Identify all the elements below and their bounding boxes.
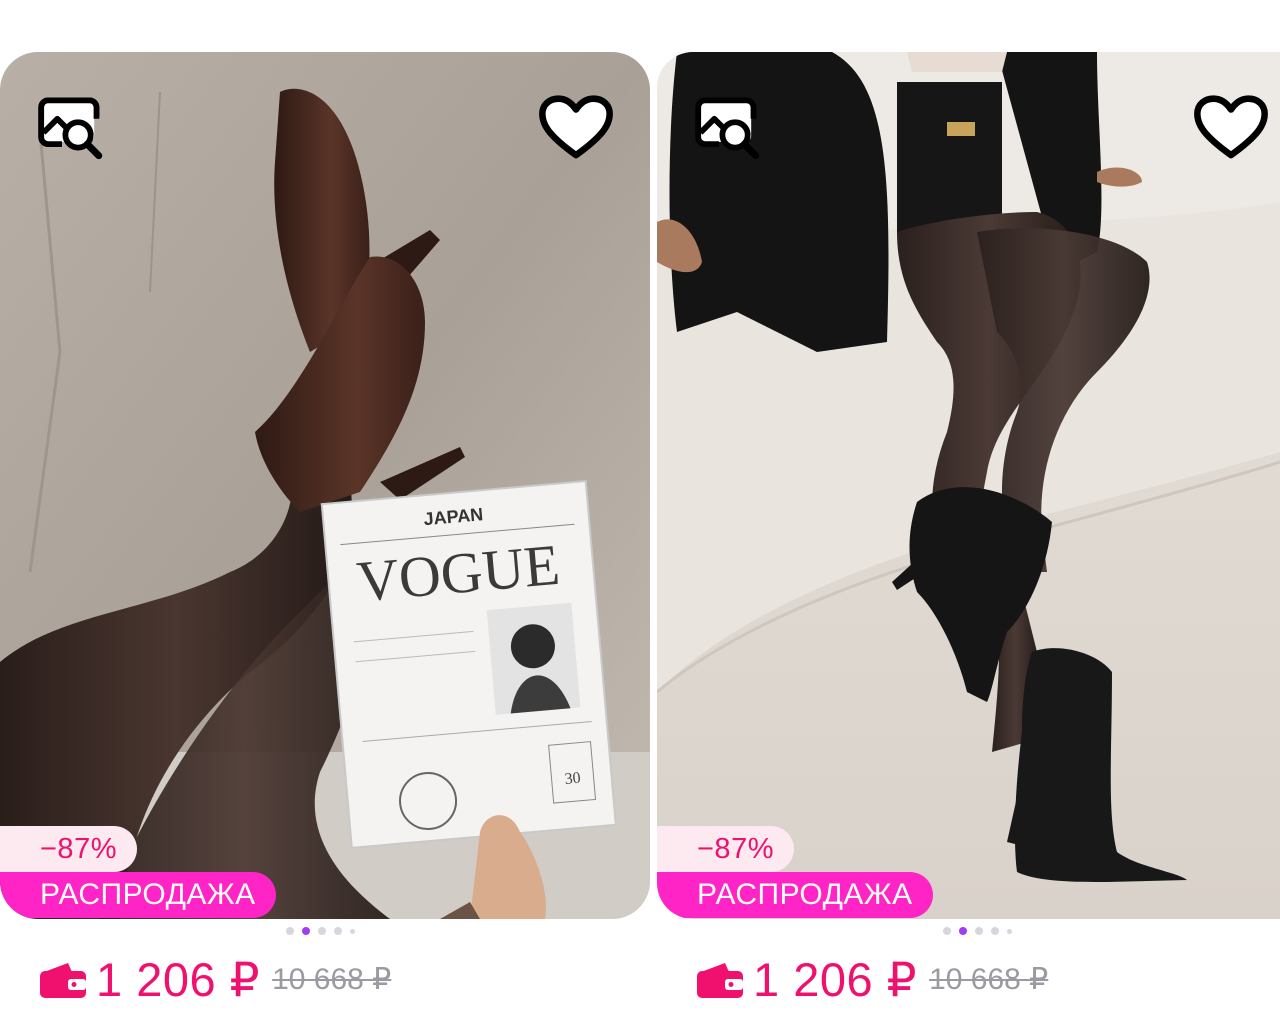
product-image[interactable]: JAPAN VOGUE 30 −87% РАСПРОДАЖА	[0, 52, 650, 919]
heart-icon	[1194, 95, 1268, 159]
carousel-dot	[286, 927, 294, 935]
carousel-dot-active	[959, 927, 967, 935]
favorite-button[interactable]	[538, 90, 614, 166]
wallet-icon	[40, 963, 86, 998]
carousel-dot-active	[302, 927, 310, 935]
visual-search-button[interactable]	[689, 90, 765, 166]
price-row: 1 206 ₽ 10 668 ₽	[695, 952, 1048, 1008]
carousel-dot	[1007, 928, 1012, 934]
image-carousel-indicator	[943, 926, 1012, 936]
image-carousel-indicator	[286, 926, 355, 936]
carousel-dot	[991, 927, 999, 935]
old-price: 10 668 ₽	[929, 963, 1049, 996]
carousel-dot	[334, 927, 342, 935]
current-price: 1 206 ₽	[96, 953, 261, 1006]
carousel-dot	[350, 928, 355, 934]
old-price: 10 668 ₽	[272, 963, 392, 996]
price-row: 1 206 ₽ 10 668 ₽	[38, 952, 391, 1008]
sale-badge: РАСПРОДАЖА	[0, 872, 276, 918]
carousel-dot	[943, 927, 951, 935]
current-price: 1 206 ₽	[753, 953, 918, 1006]
discount-badge: −87%	[0, 826, 137, 872]
wallet-icon	[697, 963, 743, 998]
product-photo-illustration: JAPAN VOGUE 30	[0, 52, 650, 919]
magazine-issue-number: 30	[564, 770, 581, 788]
discount-badge: −87%	[657, 826, 794, 872]
carousel-dot	[975, 927, 983, 935]
product-photo-illustration	[657, 52, 1280, 919]
product-image[interactable]: −87% РАСПРОДАЖА	[657, 52, 1280, 919]
product-card[interactable]: JAPAN VOGUE 30 −87% РАСПРОДАЖА 1 206 ₽ 1…	[0, 52, 650, 1027]
carousel-dot	[318, 927, 326, 935]
sale-badge: РАСПРОДАЖА	[657, 872, 933, 918]
product-card[interactable]: −87% РАСПРОДАЖА 1 206 ₽ 10 668 ₽	[657, 52, 1280, 1027]
visual-search-button[interactable]	[32, 90, 108, 166]
favorite-button[interactable]	[1193, 90, 1269, 166]
visual-search-icon	[38, 97, 103, 160]
heart-icon	[539, 95, 613, 159]
visual-search-icon	[695, 97, 760, 160]
